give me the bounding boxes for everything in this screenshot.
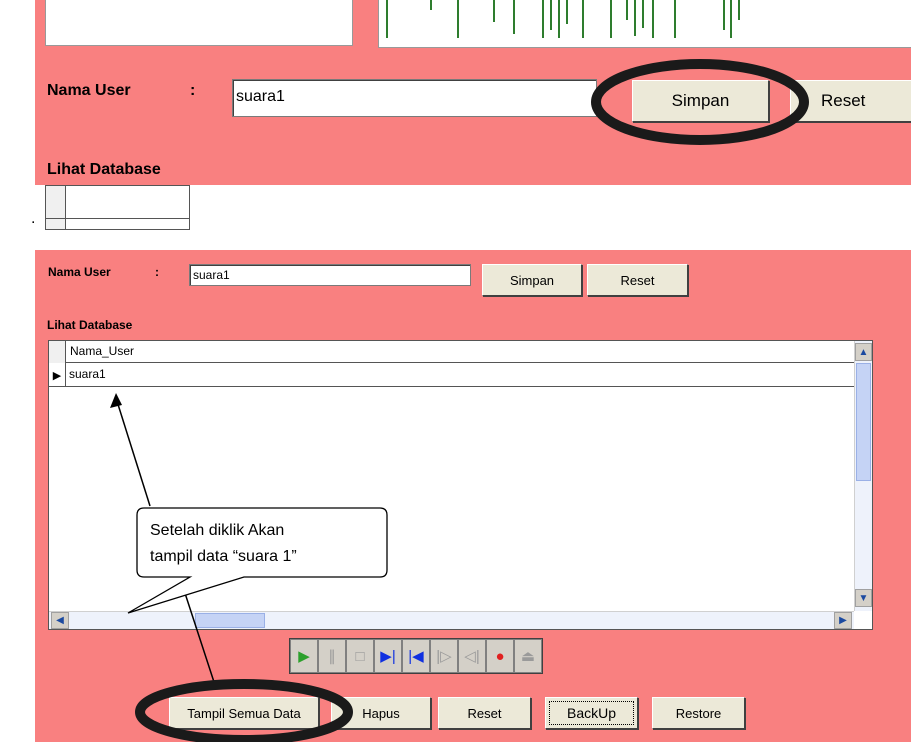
play-icon: ▶ <box>298 648 310 665</box>
eject-icon: ⏏ <box>520 648 536 665</box>
step-forward-button[interactable]: |▷ <box>430 639 458 673</box>
record-button[interactable]: ● <box>486 639 514 673</box>
previous-icon: |◀ <box>408 648 424 665</box>
step-back-icon: ◁| <box>464 648 480 665</box>
previous-button[interactable]: |◀ <box>402 639 430 673</box>
callout-bubble: Setelah diklik Akan tampil data “suara 1… <box>150 518 378 570</box>
step-back-button[interactable]: ◁| <box>458 639 486 673</box>
callout-line-2: tampil data “suara 1” <box>150 548 297 565</box>
restore-button[interactable]: Restore <box>652 697 745 729</box>
record-icon: ● <box>495 647 505 665</box>
backup-button[interactable]: BackUp <box>545 697 638 729</box>
annotation-arrows <box>110 393 388 683</box>
pause-icon: ∥ <box>328 648 336 665</box>
step-forward-icon: |▷ <box>436 648 452 665</box>
next-icon: ▶| <box>380 648 396 665</box>
eject-button[interactable]: ⏏ <box>514 639 542 673</box>
callout-line-1: Setelah diklik Akan <box>150 522 285 539</box>
bottom-reset-action-button[interactable]: Reset <box>438 697 531 729</box>
stop-icon: □ <box>355 647 365 665</box>
next-button[interactable]: ▶| <box>374 639 402 673</box>
bottom-highlight-ring <box>135 679 353 742</box>
